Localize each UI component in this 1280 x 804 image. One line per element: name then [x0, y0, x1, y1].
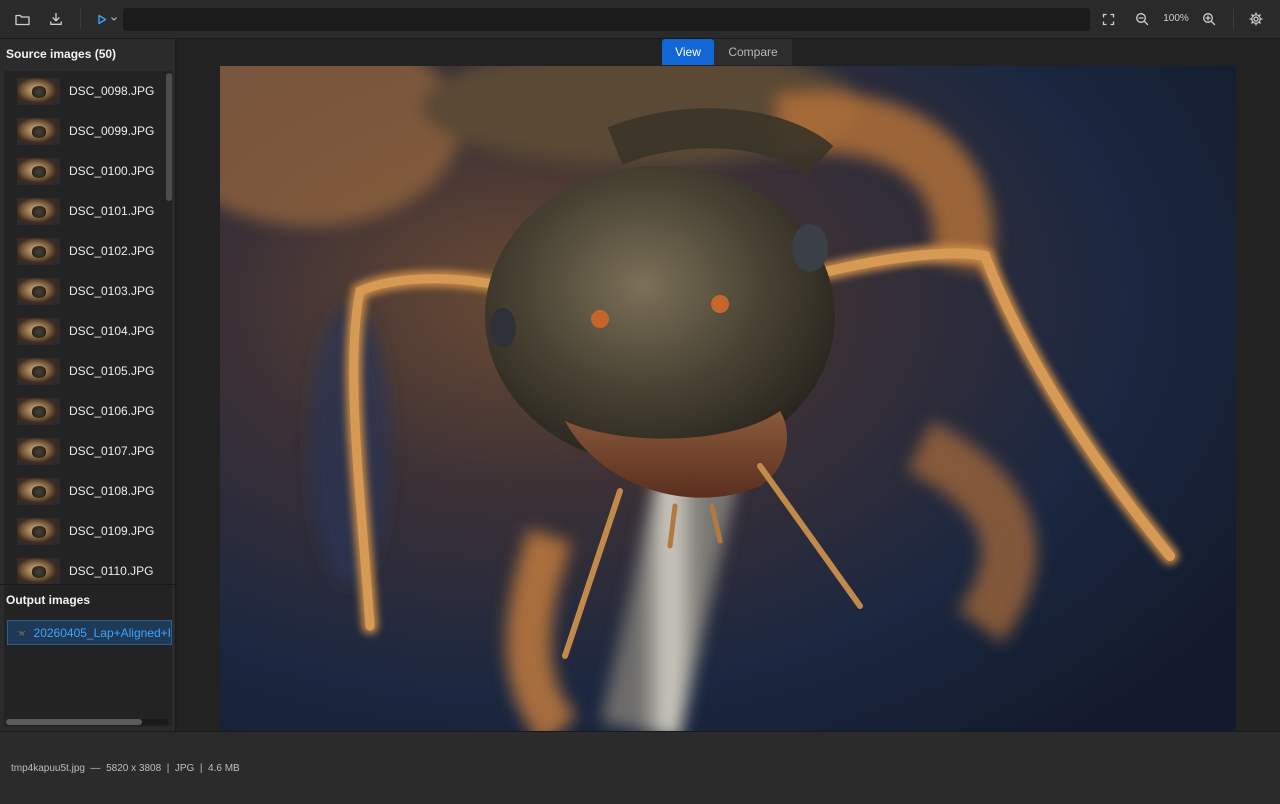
list-item[interactable]: 20260405_Lap+Aligned+I	[7, 620, 172, 645]
list-item[interactable]: DSC_0102.JPG	[4, 231, 162, 271]
ant-thumbnail-icon	[18, 630, 26, 636]
status-info: tmp4kapuu5t.jpg — 5820 x 3808 | JPG | 4.…	[11, 763, 240, 774]
list-item-label: 20260405_Lap+Aligned+I	[33, 625, 171, 640]
list-item-label: DSC_0110.JPG	[69, 564, 154, 578]
source-images-title: Source images (50)	[6, 47, 117, 61]
status-format: JPG	[174, 763, 195, 774]
status-dimensions: 5820 x 3808	[106, 763, 162, 774]
save-button[interactable]	[44, 7, 68, 31]
thumbnail-image	[17, 157, 60, 185]
list-item[interactable]: DSC_0100.JPG	[4, 151, 162, 191]
thumbnail-image	[17, 77, 60, 105]
toolbar-separator	[80, 9, 81, 29]
thumbnail-image	[17, 237, 60, 265]
list-item-label: DSC_0098.JPG	[69, 84, 155, 98]
open-folder-button[interactable]	[10, 7, 34, 31]
fullscreen-icon	[1102, 13, 1114, 25]
list-item-label: DSC_0104.JPG	[69, 324, 155, 338]
folder-icon	[14, 14, 30, 25]
output-list-scrollbar[interactable]	[6, 719, 168, 725]
thumbnail-image	[17, 477, 60, 505]
zoom-in-button[interactable]	[1197, 7, 1221, 31]
thumbnail-image	[17, 437, 60, 465]
zoom-in-icon	[1203, 13, 1216, 26]
list-item-label: DSC_0099.JPG	[69, 124, 155, 138]
thumbnail-image	[17, 517, 60, 545]
list-item-label: DSC_0102.JPG	[69, 244, 155, 258]
settings-button[interactable]	[1244, 7, 1268, 31]
zoom-out-button[interactable]	[1130, 7, 1154, 31]
play-icon	[97, 14, 106, 24]
zoom-out-icon	[1136, 13, 1149, 26]
chevron-down-icon	[110, 17, 117, 21]
status-bar: tmp4kapuu5t.jpg — 5820 x 3808 | JPG | 4.…	[0, 731, 1280, 804]
list-item[interactable]: DSC_0104.JPG	[4, 311, 162, 351]
ant-macro-image	[220, 66, 1236, 731]
list-item[interactable]: DSC_0105.JPG	[4, 351, 162, 391]
list-item-label: DSC_0106.JPG	[69, 404, 155, 418]
list-item[interactable]: DSC_0106.JPG	[4, 391, 162, 431]
list-item-label: DSC_0109.JPG	[69, 524, 155, 538]
list-item-label: DSC_0108.JPG	[69, 484, 155, 498]
thumbnail-image	[17, 557, 60, 585]
tab-view[interactable]: View	[662, 39, 714, 65]
thumbnail-image	[17, 357, 60, 385]
gear-icon	[1249, 12, 1263, 26]
output-images-list[interactable]: 20260405_Lap+Aligned+I	[4, 617, 172, 727]
list-item-label: DSC_0107.JPG	[69, 444, 155, 458]
run-dropdown-button[interactable]	[92, 7, 122, 31]
list-item[interactable]: DSC_0101.JPG	[4, 191, 162, 231]
scrollbar-thumb[interactable]	[166, 73, 172, 201]
output-images-title: Output images	[6, 593, 91, 607]
thumbnail-image	[17, 397, 60, 425]
main-panel: View Compare	[177, 39, 1280, 731]
list-item[interactable]: DSC_0098.JPG	[4, 71, 162, 111]
toolbar: 100%	[0, 0, 1280, 39]
list-item[interactable]: DSC_0099.JPG	[4, 111, 162, 151]
thumbnail-image	[17, 277, 60, 305]
view-tabs: View Compare	[662, 39, 792, 65]
zoom-level-label: 100%	[1163, 13, 1189, 24]
list-item-label: DSC_0103.JPG	[69, 284, 155, 298]
scrollbar-thumb[interactable]	[6, 719, 142, 725]
thumbnail-image	[17, 117, 60, 145]
list-item[interactable]: DSC_0107.JPG	[4, 431, 162, 471]
list-item[interactable]: DSC_0103.JPG	[4, 271, 162, 311]
sidebar: Source images (50) DSC_0098.JPG DSC_0099…	[0, 39, 176, 731]
tab-compare[interactable]: Compare	[714, 39, 792, 65]
list-item-label: DSC_0101.JPG	[69, 204, 155, 218]
list-item-label: DSC_0100.JPG	[69, 164, 155, 178]
toolbar-separator	[1233, 9, 1234, 29]
source-list-scrollbar[interactable]	[166, 73, 172, 619]
list-item[interactable]: DSC_0108.JPG	[4, 471, 162, 511]
list-item[interactable]: DSC_0109.JPG	[4, 511, 162, 551]
image-viewer[interactable]	[220, 66, 1236, 731]
command-input[interactable]	[123, 8, 1090, 31]
download-icon	[50, 12, 62, 25]
panel-divider[interactable]	[0, 584, 176, 585]
fit-to-screen-button[interactable]	[1096, 7, 1120, 31]
status-filename: tmp4kapuu5t.jpg	[11, 763, 85, 774]
list-item-label: DSC_0105.JPG	[69, 364, 155, 378]
thumbnail-image	[17, 317, 60, 345]
source-images-list[interactable]: DSC_0098.JPG DSC_0099.JPG DSC_0100.JPG D…	[4, 71, 172, 619]
thumbnail-image	[17, 197, 60, 225]
status-filesize: 4.6 MB	[208, 763, 240, 774]
list-item[interactable]: DSC_0110.JPG	[4, 551, 162, 591]
